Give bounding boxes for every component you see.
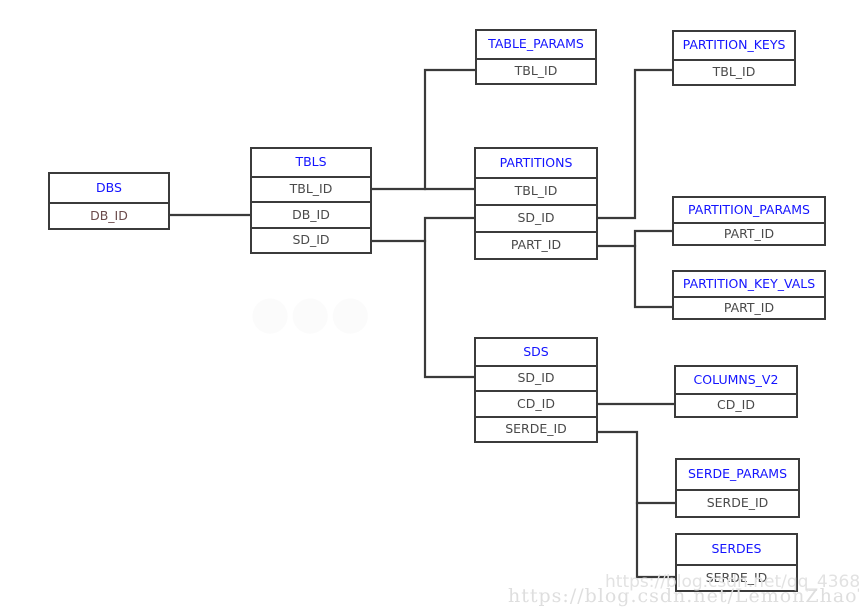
entity-dbs[interactable]: DBS DB_ID: [48, 172, 170, 230]
entity-field: PART_ID: [476, 231, 596, 258]
diagram-canvas: DBS DB_ID TBLS TBL_ID DB_ID SD_ID TABLE_…: [0, 0, 859, 608]
entity-title: PARTITION_KEY_VALS: [674, 272, 824, 298]
entity-serde-params[interactable]: SERDE_PARAMS SERDE_ID: [675, 458, 800, 518]
entity-field: TBL_ID: [476, 179, 596, 204]
entity-title: DBS: [50, 174, 168, 204]
connector-partitions-partitionkeyvals: [633, 244, 674, 309]
entity-partition-params[interactable]: PARTITION_PARAMS PART_ID: [672, 196, 826, 246]
entity-title: TBLS: [252, 149, 370, 178]
entity-field: CD_ID: [476, 390, 596, 416]
entity-partition-key-vals[interactable]: PARTITION_KEY_VALS PART_ID: [672, 270, 826, 320]
entity-partition-keys[interactable]: PARTITION_KEYS TBL_ID: [672, 30, 796, 86]
connector-tbls-sds: [423, 239, 476, 379]
entity-field: SERDE_ID: [677, 491, 798, 516]
entity-partitions[interactable]: PARTITIONS TBL_ID SD_ID PART_ID: [474, 147, 598, 260]
entity-title: SERDES: [677, 535, 796, 566]
entity-field: SD_ID: [252, 226, 370, 252]
entity-title: COLUMNS_V2: [676, 367, 796, 395]
entity-field: SERDE_ID: [476, 415, 596, 441]
entity-title: SERDE_PARAMS: [677, 460, 798, 491]
entity-title: PARTITIONS: [476, 149, 596, 179]
entity-title: TABLE_PARAMS: [477, 31, 595, 60]
entity-title: SDS: [476, 339, 596, 367]
entity-sds[interactable]: SDS SD_ID CD_ID SERDE_ID: [474, 337, 598, 443]
entity-field: PART_ID: [674, 224, 824, 244]
connector-partitions-partitionkeys: [596, 68, 674, 220]
entity-field: TBL_ID: [477, 60, 595, 83]
entity-title: PARTITION_KEYS: [674, 32, 794, 61]
entity-field: CD_ID: [676, 395, 796, 416]
entity-field: DB_ID: [252, 201, 370, 227]
connector-tbls-tableparams: [370, 68, 477, 191]
entity-field: DB_ID: [50, 204, 168, 228]
entity-columns-v2[interactable]: COLUMNS_V2 CD_ID: [674, 365, 798, 418]
entity-field: SD_ID: [476, 367, 596, 391]
entity-field: PART_ID: [674, 298, 824, 318]
entity-field: TBL_ID: [674, 61, 794, 84]
entity-tbls[interactable]: TBLS TBL_ID DB_ID SD_ID: [250, 147, 372, 254]
connector-tbls-partitions-sdid: [370, 216, 476, 243]
watermark-center: ●●●: [250, 285, 371, 339]
entity-table-params[interactable]: TABLE_PARAMS TBL_ID: [475, 29, 597, 85]
connector-sds-serdeparams: [596, 430, 677, 505]
entity-field: SD_ID: [476, 204, 596, 231]
watermark-lower: https://blog.csdn.net/LemonZhaoTao: [508, 585, 859, 607]
connector-partitions-partitionparams: [596, 229, 674, 248]
entity-title: PARTITION_PARAMS: [674, 198, 824, 224]
entity-field: TBL_ID: [252, 178, 370, 202]
connector-sds-serdes: [635, 501, 677, 579]
